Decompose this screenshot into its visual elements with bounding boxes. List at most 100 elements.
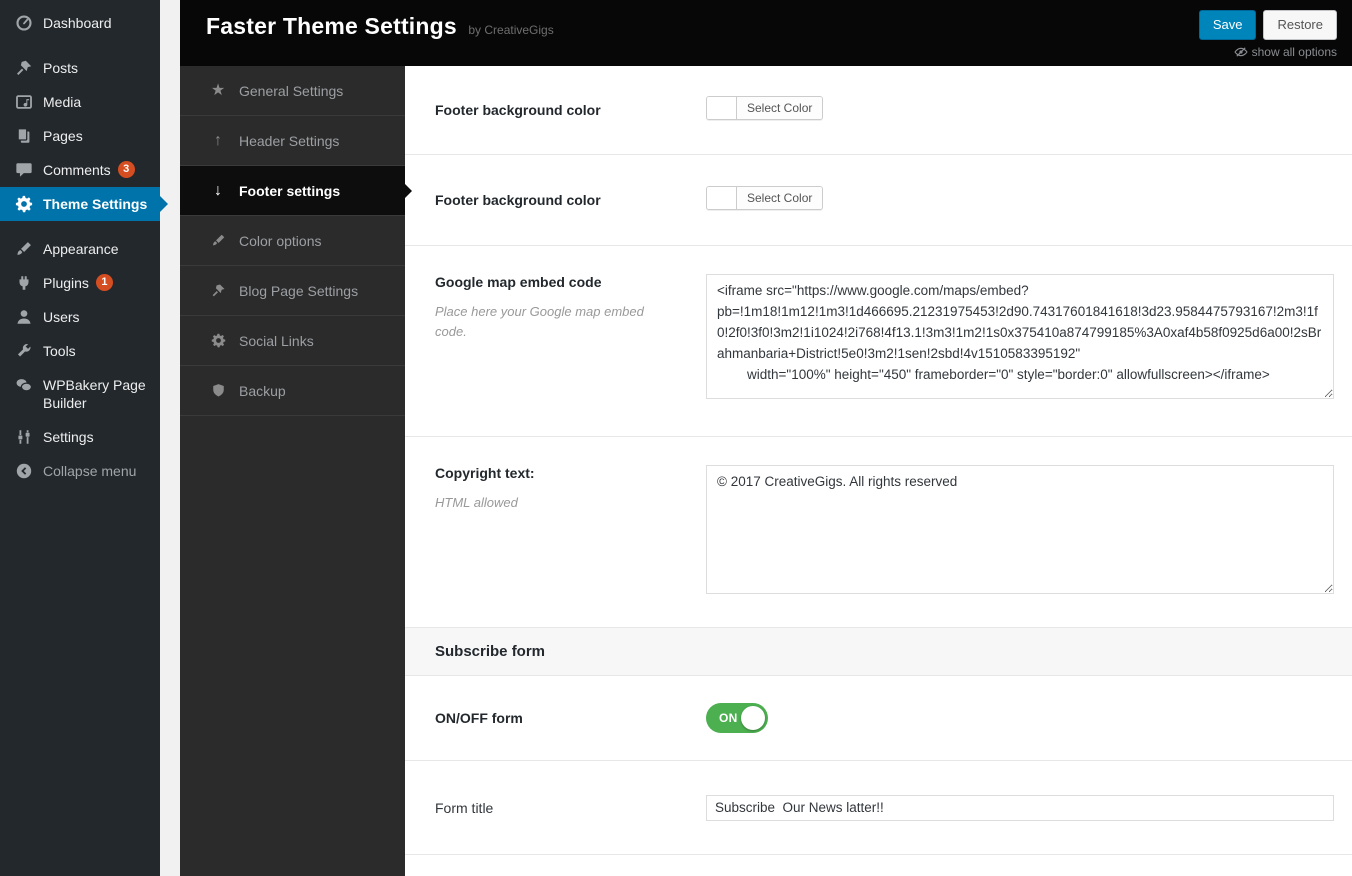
- sidebar-item-settings[interactable]: Settings: [0, 420, 160, 454]
- setting-label: Footer background color: [435, 102, 684, 118]
- setting-description: HTML allowed: [435, 493, 684, 513]
- sidebar-item-collapse-menu[interactable]: Collapse menu: [0, 454, 160, 488]
- sidebar-item-pages[interactable]: Pages: [0, 119, 160, 153]
- tab-label: Footer settings: [239, 183, 340, 199]
- header-buttons: Save Restore: [1199, 10, 1337, 40]
- setting-label: Google map embed code: [435, 274, 684, 290]
- media-icon: [14, 93, 34, 111]
- sidebar-item-posts[interactable]: Posts: [0, 51, 160, 85]
- show-all-options-label: show all options: [1252, 45, 1337, 59]
- sliders-icon: [14, 428, 34, 446]
- theme-settings-header: Faster Theme Settings by CreativeGigs Sa…: [180, 0, 1352, 66]
- sidebar-item-label: Tools: [43, 342, 76, 360]
- sidebar-item-wpbakery[interactable]: WPBakery Page Builder: [0, 368, 160, 420]
- subscribe-form-section-header: Subscribe form: [405, 628, 1352, 676]
- setting-row-google-map: Google map embed code Place here your Go…: [405, 246, 1352, 437]
- dashboard-icon: [14, 14, 34, 32]
- setting-row-copyright: Copyright text: HTML allowed © 2017 Crea…: [405, 437, 1352, 628]
- sidebar-item-media[interactable]: Media: [0, 85, 160, 119]
- tab-label: Social Links: [239, 333, 314, 349]
- sidebar-item-label: Dashboard: [43, 14, 112, 32]
- setting-label: Form title: [435, 800, 684, 816]
- sidebar-item-label: Users: [43, 308, 80, 326]
- sidebar-item-label: Theme Settings: [43, 195, 147, 213]
- setting-label: ON/OFF form: [435, 710, 684, 726]
- tab-color-options[interactable]: Color options: [180, 216, 405, 266]
- sidebar-item-appearance[interactable]: Appearance: [0, 232, 160, 266]
- eye-off-icon: [1234, 45, 1248, 59]
- toggle-state-label: ON: [719, 711, 738, 725]
- wpbakery-bubbles-icon: [14, 376, 34, 394]
- settings-tabs: ★ General Settings ↑ Header Settings ↓ F…: [180, 66, 405, 876]
- wp-admin-sidebar: Dashboard Posts Media Pages Comments 3: [0, 0, 160, 876]
- sidebar-item-label: Comments: [43, 161, 111, 179]
- show-all-options-link[interactable]: show all options: [1234, 45, 1337, 59]
- tab-footer-settings[interactable]: ↓ Footer settings: [180, 166, 405, 216]
- setting-label: Copyright text:: [435, 465, 684, 481]
- pushpin-icon: [14, 59, 34, 77]
- section-title: Subscribe form: [435, 643, 545, 660]
- onoff-form-toggle[interactable]: ON: [706, 703, 768, 733]
- plug-icon: [14, 274, 34, 292]
- plugins-count-badge: 1: [96, 274, 113, 291]
- setting-description: Place here your Google map embed code.: [435, 302, 684, 341]
- copyright-text-textarea[interactable]: © 2017 CreativeGigs. All rights reserved: [706, 465, 1334, 594]
- color-swatch: [707, 187, 737, 209]
- form-title-input[interactable]: [706, 795, 1334, 821]
- tab-label: Blog Page Settings: [239, 283, 358, 299]
- page-title: Faster Theme Settings: [206, 13, 457, 39]
- collapse-arrow-icon: [14, 462, 34, 480]
- page-byline: by CreativeGigs: [468, 23, 553, 37]
- setting-row-form-title: Form title: [405, 761, 1352, 855]
- sidebar-gap: [160, 0, 180, 876]
- sidebar-item-users[interactable]: Users: [0, 300, 160, 334]
- toggle-knob: [741, 706, 765, 730]
- select-color-label: Select Color: [737, 97, 822, 119]
- tab-social-links[interactable]: Social Links: [180, 316, 405, 366]
- sidebar-item-theme-settings[interactable]: Theme Settings: [0, 187, 160, 221]
- title-wrap: Faster Theme Settings by CreativeGigs: [180, 0, 554, 66]
- pages-icon: [14, 127, 34, 145]
- tab-label: General Settings: [239, 83, 343, 99]
- save-button[interactable]: Save: [1199, 10, 1257, 40]
- sidebar-item-label: Collapse menu: [43, 462, 136, 480]
- wrench-icon: [14, 342, 34, 360]
- tab-backup[interactable]: Backup: [180, 366, 405, 416]
- comments-count-badge: 3: [118, 161, 135, 178]
- sidebar-item-dashboard[interactable]: Dashboard: [0, 6, 160, 40]
- tab-general-settings[interactable]: ★ General Settings: [180, 66, 405, 116]
- main-panel: Faster Theme Settings by CreativeGigs Sa…: [180, 0, 1352, 876]
- tab-label: Header Settings: [239, 133, 339, 149]
- app-root: Dashboard Posts Media Pages Comments 3: [0, 0, 1352, 876]
- sidebar-item-label: Appearance: [43, 240, 119, 258]
- content-filler: [405, 855, 1352, 876]
- sidebar-item-label: Media: [43, 93, 81, 111]
- settings-content: Footer background color Select Color Foo…: [405, 66, 1352, 876]
- sidebar-item-label: Plugins: [43, 274, 89, 292]
- gear-icon: [208, 333, 228, 348]
- sidebar-item-label: Posts: [43, 59, 78, 77]
- tab-blog-page-settings[interactable]: Blog Page Settings: [180, 266, 405, 316]
- brush-icon: [14, 240, 34, 258]
- pushpin-icon: [208, 283, 228, 298]
- google-map-embed-textarea[interactable]: <iframe src="https://www.google.com/maps…: [706, 274, 1334, 399]
- select-color-button-2[interactable]: Select Color: [706, 186, 823, 210]
- tab-label: Color options: [239, 233, 322, 249]
- arrow-up-icon: ↑: [208, 133, 228, 149]
- user-icon: [14, 308, 34, 326]
- brush-icon: [208, 233, 228, 248]
- tab-header-settings[interactable]: ↑ Header Settings: [180, 116, 405, 166]
- arrow-down-icon: ↓: [208, 183, 228, 199]
- setting-row-onoff-form: ON/OFF form ON: [405, 676, 1352, 761]
- sidebar-item-plugins[interactable]: Plugins 1: [0, 266, 160, 300]
- sidebar-item-tools[interactable]: Tools: [0, 334, 160, 368]
- header-actions: Save Restore show all options: [1199, 0, 1352, 66]
- sidebar-item-comments[interactable]: Comments 3: [0, 153, 160, 187]
- select-color-button-1[interactable]: Select Color: [706, 96, 823, 120]
- restore-button[interactable]: Restore: [1263, 10, 1337, 40]
- star-icon: ★: [208, 83, 228, 99]
- comment-bubble-icon: [14, 161, 34, 179]
- setting-label: Footer background color: [435, 192, 684, 208]
- shield-icon: [208, 383, 228, 398]
- sidebar-item-label: Pages: [43, 127, 83, 145]
